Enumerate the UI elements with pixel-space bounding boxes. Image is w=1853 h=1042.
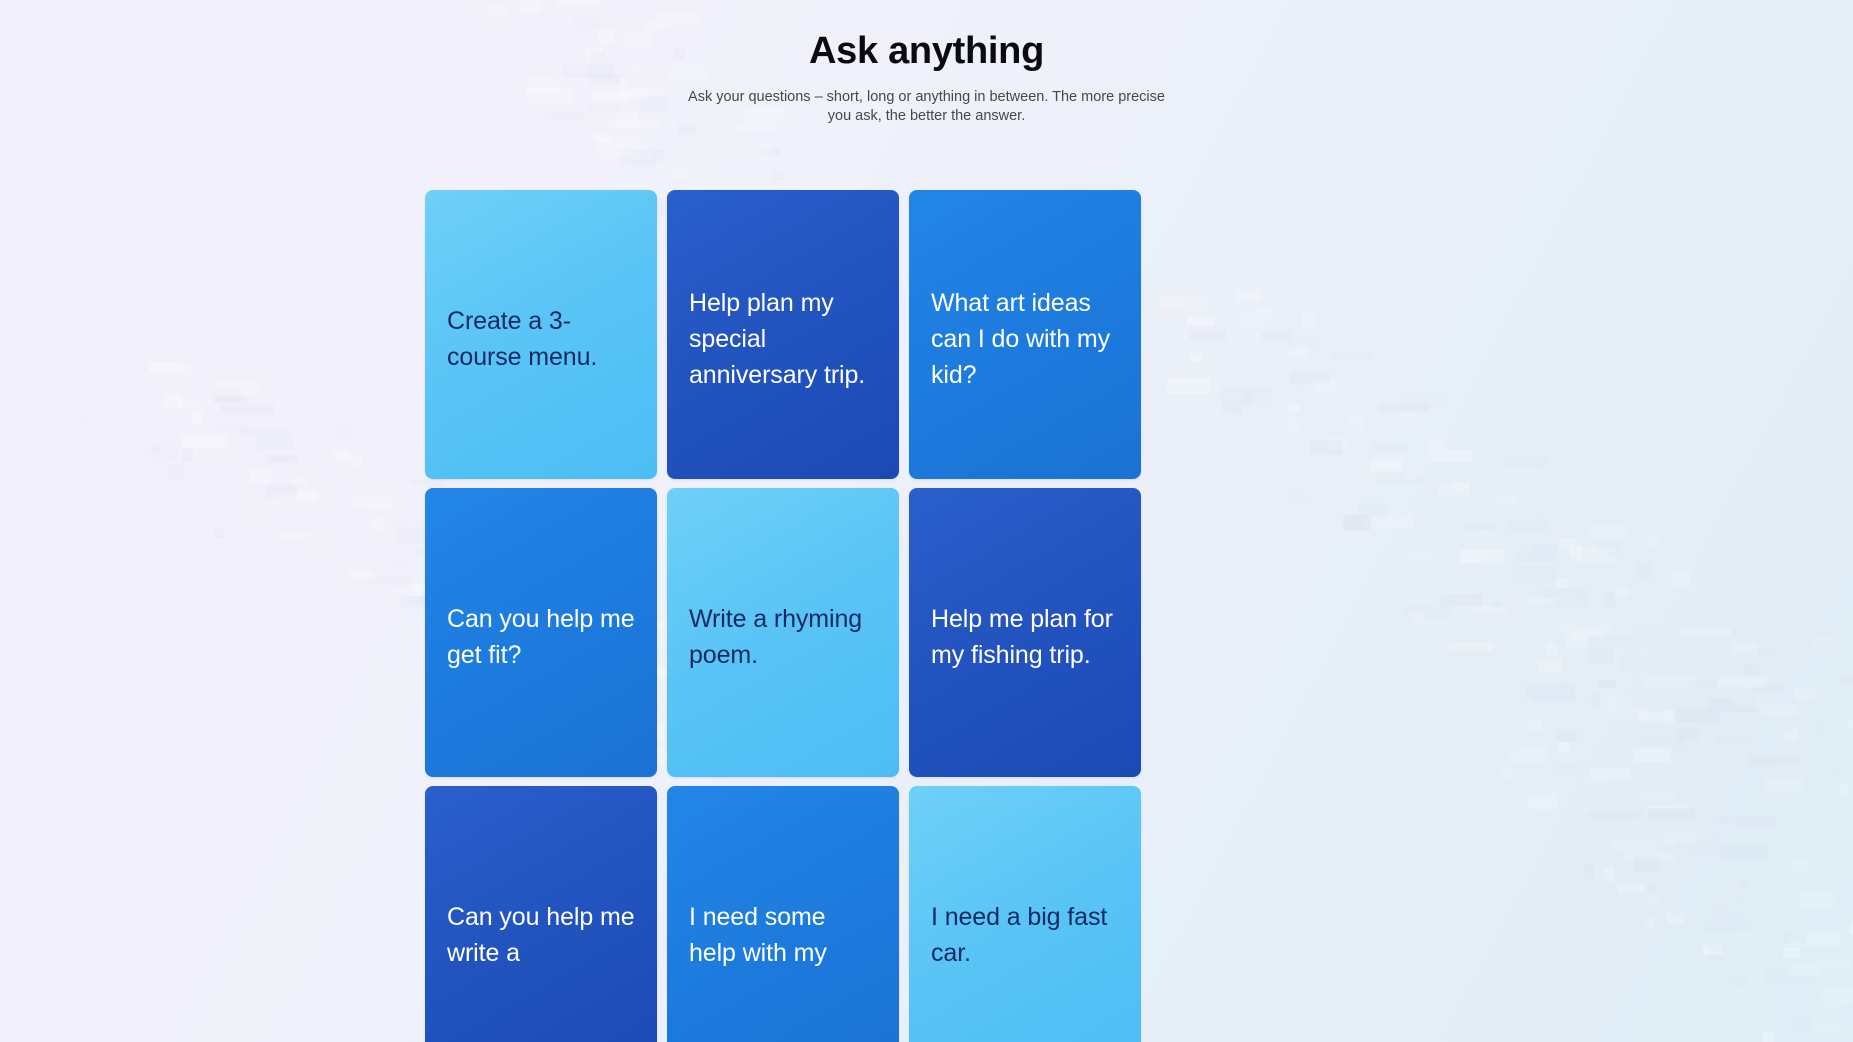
prompt-card-label: I need some help with my bbox=[689, 902, 827, 967]
prompt-card-label: Help me plan for my fishing trip. bbox=[931, 604, 1113, 669]
prompt-card-help-get-fit[interactable]: Can you help me get fit? bbox=[425, 488, 657, 777]
prompt-card-label: Write a rhyming poem. bbox=[689, 604, 863, 669]
prompt-card-label: Can you help me get fit? bbox=[447, 604, 635, 669]
prompt-card-help-with-my[interactable]: I need some help with my bbox=[667, 786, 899, 1042]
prompt-card-plan-anniversary-trip[interactable]: Help plan my special anniversary trip. bbox=[667, 190, 899, 479]
prompt-card-create-3-course-menu[interactable]: Create a 3-course menu. bbox=[425, 190, 657, 479]
prompt-card-label: What art ideas can I do with my kid? bbox=[931, 288, 1111, 389]
prompt-suggestion-grid: Create a 3-course menu. Help plan my spec… bbox=[425, 190, 1151, 1042]
prompt-card-plan-fishing-trip[interactable]: Help me plan for my fishing trip. bbox=[909, 488, 1141, 777]
prompt-card-write-rhyming-poem[interactable]: Write a rhyming poem. bbox=[667, 488, 899, 777]
page-header: Ask anything Ask your questions – short,… bbox=[0, 0, 1853, 126]
prompt-card-label: Can you help me write a bbox=[447, 902, 635, 967]
page-title: Ask anything bbox=[809, 30, 1044, 72]
prompt-card-label: Create a 3-course menu. bbox=[447, 306, 598, 371]
prompt-card-label: Help plan my special anniversary trip. bbox=[689, 288, 866, 389]
prompt-card-big-fast-car[interactable]: I need a big fast car. bbox=[909, 786, 1141, 1042]
prompt-card-label: I need a big fast car. bbox=[931, 902, 1108, 967]
page-subtitle: Ask your questions – short, long or anyt… bbox=[688, 88, 1165, 124]
prompt-card-help-me-write[interactable]: Can you help me write a bbox=[425, 786, 657, 1042]
prompt-card-art-ideas-with-kid[interactable]: What art ideas can I do with my kid? bbox=[909, 190, 1141, 479]
